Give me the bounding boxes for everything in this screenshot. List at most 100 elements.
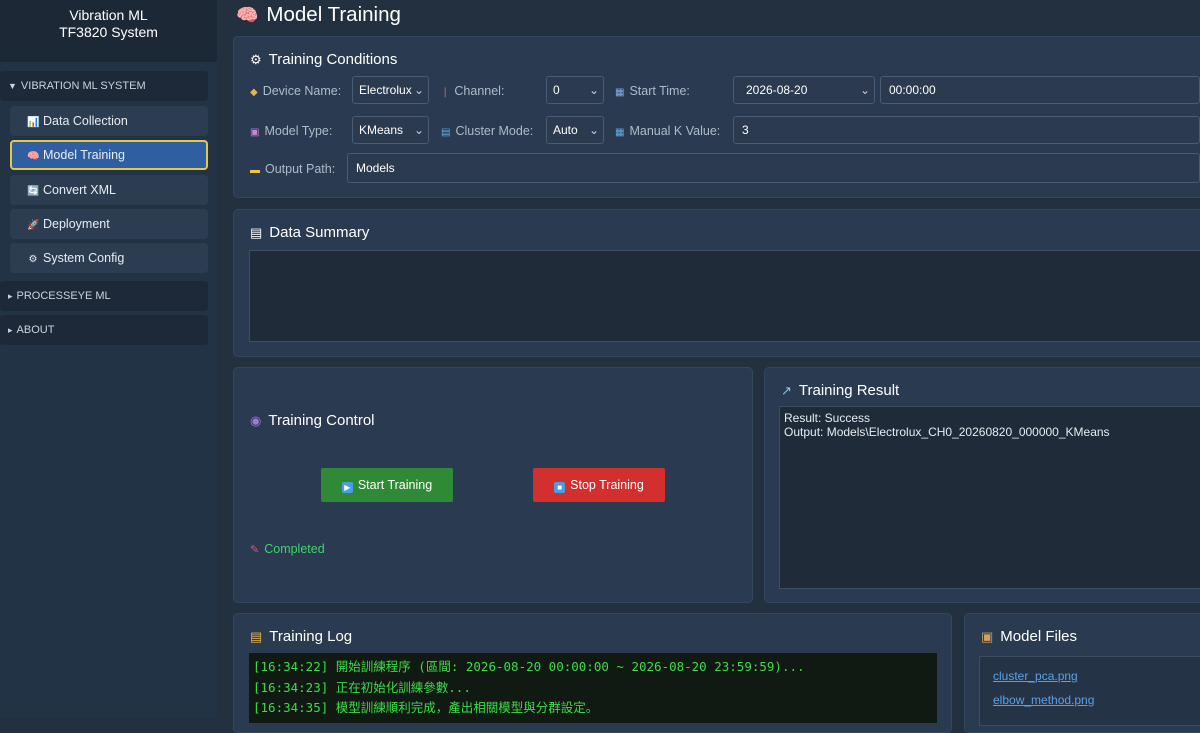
app-title: Vibration ML (69, 7, 148, 23)
training-log-title: ▤ Training Log (250, 628, 352, 645)
section-processeye-ml[interactable]: ▸ PROCESSEYE ML (0, 281, 208, 311)
sidebar-item-label: Deployment (43, 217, 110, 231)
channel-select[interactable]: 0 ⌄ (546, 76, 604, 104)
chevron-down-icon: ⌄ (588, 123, 599, 137)
start-time-input[interactable]: 00:00:00 (880, 76, 1200, 104)
start-date-value: 2026-08-20 (746, 83, 808, 97)
sidebar-header: Vibration ML TF3820 System (0, 0, 217, 62)
result-line-status: Result: Success (784, 411, 871, 425)
device-name-label: ◆ Device Name: (250, 84, 341, 98)
chevron-down-icon: ⌄ (413, 123, 424, 137)
sidebar-item-system-config[interactable]: ⚙ System Config (10, 243, 208, 273)
panel-title-text: Training Control (268, 412, 375, 429)
sidebar-item-label: Model Training (43, 148, 125, 162)
chevron-down-icon: ⌄ (413, 83, 424, 97)
result-line-output: Output: Models\Electrolux_CH0_20260820_0… (784, 425, 1110, 439)
chevron-down-icon: ⌄ (588, 83, 599, 97)
panel-title-text: Training Conditions (268, 51, 398, 68)
chart-icon: ↗ (781, 383, 792, 398)
sidebar-item-label: Data Collection (43, 114, 128, 128)
pin-icon: ✎ (250, 544, 260, 556)
app-subtitle: TF3820 System (59, 24, 158, 40)
gear-icon: ⚙ (250, 52, 262, 67)
label-text: Output Path: (265, 162, 336, 176)
label-text: Cluster Mode: (455, 124, 534, 138)
file-link[interactable]: elbow_method.png (993, 693, 1094, 707)
model-type-label: ▣ Model Type: (250, 124, 332, 138)
log-line: [16:34:23] 正在初始化訓練參數... (253, 679, 471, 695)
folder-icon: ▬ (250, 165, 260, 176)
panel-title-text: Model Files (1000, 628, 1077, 645)
chevron-right-icon: ▸ (8, 291, 13, 301)
panel-title-text: Training Result (798, 382, 900, 399)
stop-training-button[interactable]: ■ Stop Training (533, 468, 665, 502)
output-path-label: ▬ Output Path: (250, 162, 335, 176)
panel-title-text: Data Summary (269, 224, 370, 241)
thermometer-icon: ❘ (441, 87, 450, 98)
channel-label: ❘ Channel: (441, 84, 504, 98)
sidebar-item-label: Convert XML (43, 183, 116, 197)
training-conditions-title: ⚙ Training Conditions (250, 51, 397, 68)
training-log-console[interactable]: [16:34:22] 開始訓練程序 (區間: 2026-08-20 00:00:… (249, 653, 937, 723)
channel-value: 0 (553, 83, 560, 97)
start-training-button[interactable]: ▶ Start Training (321, 468, 453, 502)
scroll-icon: ▤ (250, 629, 263, 644)
label-text: Channel: (454, 84, 505, 98)
button-label: Start Training (357, 478, 433, 492)
section-label: PROCESSEYE ML (16, 290, 111, 302)
training-result-output[interactable]: Result: Success Output: Models\Electrolu… (779, 406, 1200, 589)
bar-chart-icon: 📊 (27, 117, 40, 128)
label-text: Device Name: (262, 84, 342, 98)
output-path-input[interactable]: Models (347, 153, 1200, 183)
sidebar-item-model-training[interactable]: 🧠 Model Training (10, 140, 208, 170)
file-link[interactable]: cluster_pca.png (993, 669, 1078, 683)
calendar-icon: ▦ (615, 87, 625, 98)
status-text: Completed (264, 542, 325, 556)
play-icon: ▶ (341, 482, 353, 493)
device-name-select[interactable]: Electrolux ⌄ (352, 76, 429, 104)
chevron-right-icon: ▸ (8, 325, 13, 335)
clipboard-icon: ▤ (250, 225, 263, 240)
stop-icon: ■ (554, 482, 566, 493)
training-control-title: ◉ Training Control (250, 412, 375, 429)
model-files-title: ▣ Model Files (981, 628, 1077, 645)
chevron-down-icon: ⌄ (859, 83, 870, 97)
model-type-select[interactable]: KMeans ⌄ (352, 116, 429, 144)
brain-icon: 🧠 (27, 151, 40, 162)
section-about[interactable]: ▸ ABOUT (0, 315, 208, 345)
chevron-down-icon: ▼ (8, 81, 17, 91)
robot-icon: ▣ (250, 127, 260, 138)
sidebar-item-convert-xml[interactable]: 🔄 Convert XML (10, 175, 208, 205)
tag-icon: ◆ (250, 87, 258, 98)
panel-title-text: Training Log (269, 628, 353, 645)
gear-icon: ⚙ (28, 254, 38, 265)
model-files-list: cluster_pca.png elbow_method.png (979, 656, 1200, 726)
log-line: [16:34:35] 模型訓練順利完成，產出相關模型與分群設定。 (253, 700, 599, 715)
start-date-picker[interactable]: 2026-08-20 ⌄ (733, 76, 875, 104)
sidebar-item-label: System Config (43, 251, 125, 265)
start-time-label: ▦ Start Time: (615, 84, 690, 98)
training-result-title: ↗ Training Result (781, 382, 899, 399)
device-name-value: Electrolux (359, 83, 412, 97)
section-vibration-ml-system[interactable]: ▼ VIBRATION ML SYSTEM (0, 71, 208, 101)
manual-k-label: ▦ Manual K Value: (615, 124, 720, 138)
label-text: Start Time: (629, 84, 690, 98)
section-label: ABOUT (16, 324, 55, 336)
package-icon: ▣ (981, 629, 994, 644)
cluster-mode-select[interactable]: Auto ⌄ (546, 116, 604, 144)
refresh-icon: 🔄 (27, 186, 40, 197)
brain-icon: 🧠 (236, 5, 259, 25)
cluster-mode-label: ▤ Cluster Mode: (441, 124, 533, 138)
manual-k-value: 3 (742, 123, 749, 137)
sidebar-item-deployment[interactable]: 🚀 Deployment (10, 209, 208, 239)
sidebar-item-data-collection[interactable]: 📊 Data Collection (10, 106, 208, 136)
label-text: Model Type: (264, 124, 333, 138)
training-status: ✎ Completed (250, 542, 325, 556)
page-title-text: Model Training (266, 3, 401, 26)
start-time-value: 00:00:00 (889, 83, 936, 97)
page-title: 🧠 Model Training (236, 3, 401, 27)
manual-k-input[interactable]: 3 (733, 116, 1200, 144)
data-summary-title: ▤ Data Summary (250, 224, 369, 241)
section-label: VIBRATION ML SYSTEM (20, 80, 146, 92)
data-summary-textarea[interactable] (249, 250, 1200, 342)
